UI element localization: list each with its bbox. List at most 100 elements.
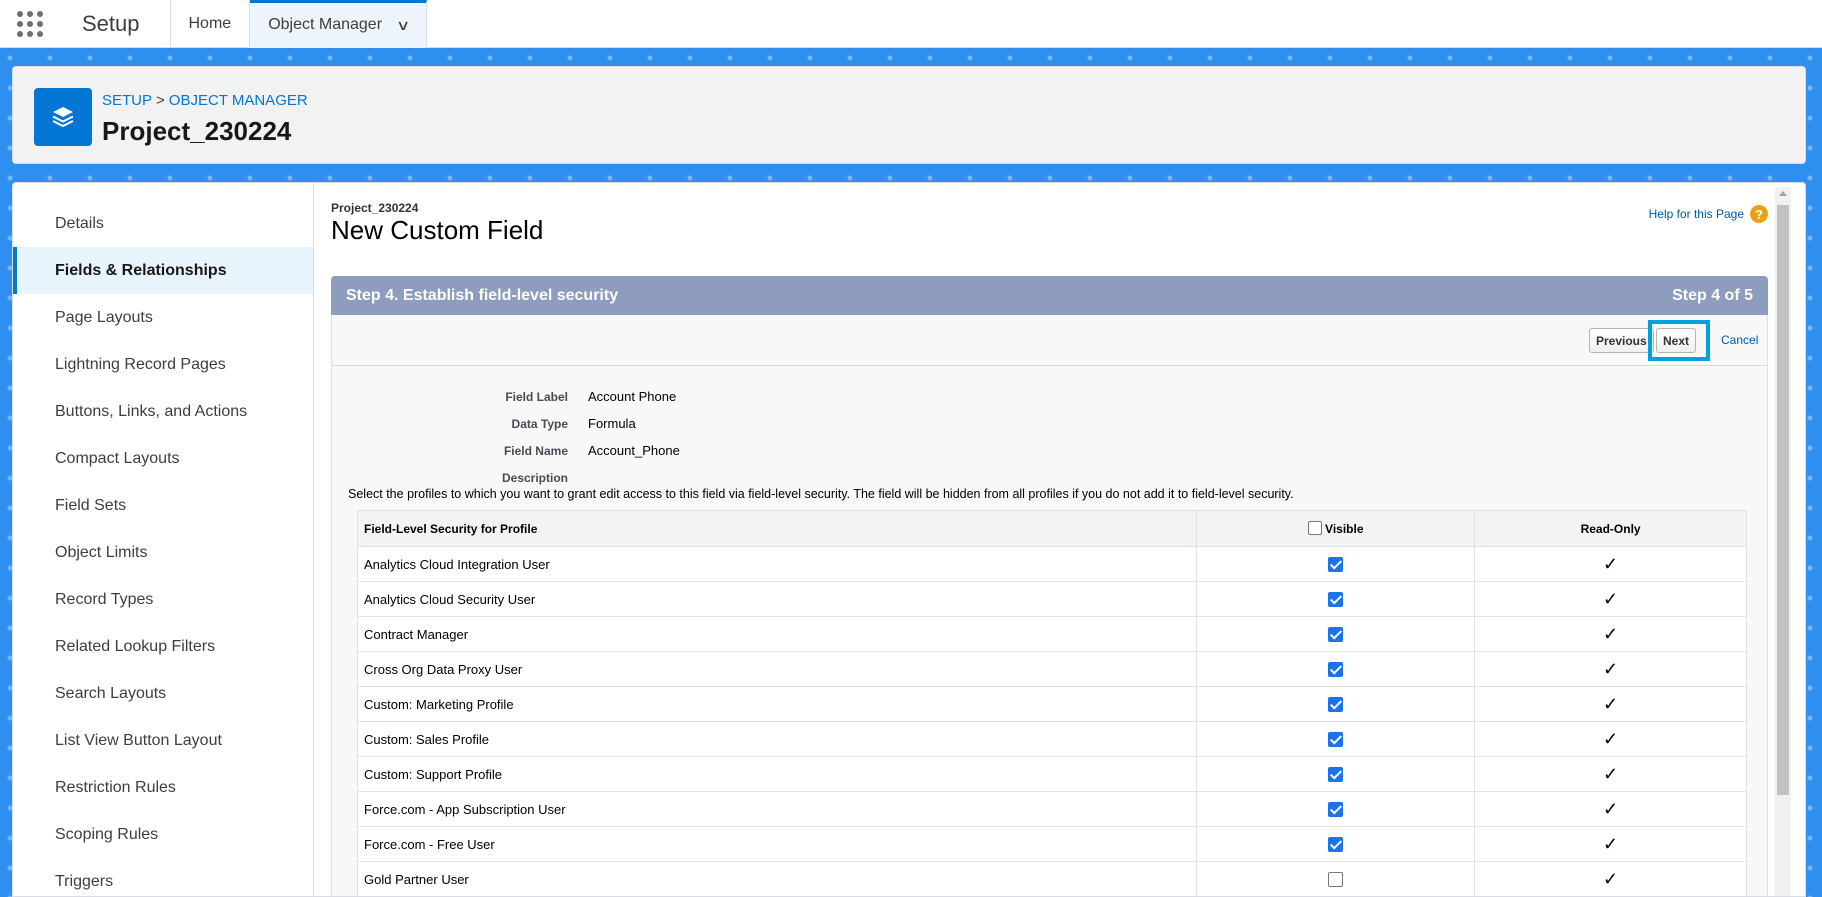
tab-object-manager-label: Object Manager xyxy=(268,16,383,33)
visible-cell xyxy=(1196,651,1476,687)
checkmark-icon[interactable]: ✓ xyxy=(1603,834,1618,854)
profile-name: Custom: Sales Profile xyxy=(357,721,1198,757)
previous-button[interactable]: Previous xyxy=(1589,328,1654,353)
table-row: Cross Org Data Proxy User ✓ xyxy=(357,651,1747,687)
sidebar-item-restriction-rules[interactable]: Restriction Rules xyxy=(13,764,313,811)
breadcrumb-setup-link[interactable]: SETUP xyxy=(102,92,152,109)
profile-name: Force.com - Free User xyxy=(357,826,1198,862)
visible-cell xyxy=(1196,546,1476,582)
breadcrumb: SETUP > OBJECT MANAGER xyxy=(102,92,308,109)
sidebar-item-field-sets[interactable]: Field Sets xyxy=(13,482,313,529)
app-launcher-button[interactable] xyxy=(0,0,60,48)
column-header-read-only: Read-Only xyxy=(1474,510,1747,547)
profile-name: Custom: Support Profile xyxy=(357,756,1198,792)
info-label: Description xyxy=(501,470,568,485)
checkmark-icon[interactable]: ✓ xyxy=(1603,764,1618,784)
read-only-cell: ✓ xyxy=(1474,581,1747,617)
read-only-cell: ✓ xyxy=(1474,546,1747,582)
info-row: Field Name Account_Phone xyxy=(332,437,680,464)
sidebar-item-lightning-record-pages[interactable]: Lightning Record Pages xyxy=(13,341,313,388)
table-header-row: Field-Level Security for Profile Visible… xyxy=(357,510,1747,547)
visible-checkbox[interactable] xyxy=(1328,697,1344,713)
checkmark-icon[interactable]: ✓ xyxy=(1603,624,1618,644)
checkmark-icon[interactable]: ✓ xyxy=(1603,659,1618,679)
content-title: New Custom Field xyxy=(331,215,544,245)
column-header-visible: Visible xyxy=(1196,510,1476,547)
checkmark-icon[interactable]: ✓ xyxy=(1603,554,1618,574)
info-label: Data Type xyxy=(511,416,568,431)
sidebar-item-compact-layouts[interactable]: Compact Layouts xyxy=(13,435,313,482)
profile-name: Contract Manager xyxy=(357,616,1198,652)
visible-cell xyxy=(1196,581,1476,617)
info-value: Account Phone xyxy=(588,389,677,404)
checkmark-icon[interactable]: ✓ xyxy=(1603,694,1618,714)
sidebar-item-list-view-button-layout[interactable]: List View Button Layout xyxy=(13,717,313,764)
checkmark-icon[interactable]: ✓ xyxy=(1603,869,1618,889)
help-icon: ? xyxy=(1750,205,1768,223)
sidebar-item-record-types[interactable]: Record Types xyxy=(13,576,313,623)
sidebar-item-fields-relationships[interactable]: Fields & Relationships xyxy=(13,247,313,294)
breadcrumb-object-manager-link[interactable]: OBJECT MANAGER xyxy=(169,92,308,109)
visible-checkbox[interactable] xyxy=(1328,837,1344,853)
table-row: Custom: Sales Profile ✓ xyxy=(357,721,1747,757)
step-body: Previous Next Cancel Field Label Account… xyxy=(331,315,1768,896)
scroll-thumb[interactable] xyxy=(1777,205,1789,795)
sidebar-item-object-limits[interactable]: Object Limits xyxy=(13,529,313,576)
step-header: Step 4. Establish field-level security S… xyxy=(331,276,1768,315)
scrollbar[interactable] xyxy=(1775,187,1791,896)
breadcrumb-separator: > xyxy=(156,92,165,109)
visible-checkbox[interactable] xyxy=(1328,767,1344,783)
profile-name: Custom: Marketing Profile xyxy=(357,686,1198,722)
scroll-up-arrow-icon[interactable] xyxy=(1779,191,1787,196)
tab-home[interactable]: Home xyxy=(171,0,251,48)
visible-cell xyxy=(1196,686,1476,722)
table-row: Custom: Support Profile ✓ xyxy=(357,756,1747,792)
tab-object-manager[interactable]: Object Manager ∨ xyxy=(250,0,428,48)
checkmark-icon[interactable]: ✓ xyxy=(1603,799,1618,819)
visible-cell xyxy=(1196,861,1476,896)
checkmark-icon[interactable]: ✓ xyxy=(1603,729,1618,749)
sidebar-item-scoping-rules[interactable]: Scoping Rules xyxy=(13,811,313,858)
sidebar-item-page-layouts[interactable]: Page Layouts xyxy=(13,294,313,341)
object-name: Project_230224 xyxy=(331,201,419,215)
visible-checkbox[interactable] xyxy=(1328,557,1344,573)
read-only-cell: ✓ xyxy=(1474,826,1747,862)
table-row: Custom: Marketing Profile ✓ xyxy=(357,686,1747,722)
visible-cell xyxy=(1196,616,1476,652)
checkmark-icon[interactable]: ✓ xyxy=(1603,589,1618,609)
visible-checkbox[interactable] xyxy=(1328,662,1344,678)
visible-checkbox[interactable] xyxy=(1328,802,1344,818)
profile-name: Gold Partner User xyxy=(357,861,1198,896)
visible-checkbox[interactable] xyxy=(1328,627,1344,643)
field-info: Field Label Account Phone Data Type Form… xyxy=(332,383,680,491)
main-panel: Details Fields & Relationships Page Layo… xyxy=(12,182,1806,897)
read-only-cell: ✓ xyxy=(1474,861,1747,896)
sidebar-item-triggers[interactable]: Triggers xyxy=(13,858,313,896)
visible-cell xyxy=(1196,791,1476,827)
select-all-visible-checkbox[interactable] xyxy=(1308,521,1323,535)
sidebar-item-search-layouts[interactable]: Search Layouts xyxy=(13,670,313,717)
cancel-link[interactable]: Cancel xyxy=(1721,333,1758,347)
step-title: Step 4. Establish field-level security xyxy=(346,286,619,304)
read-only-cell: ✓ xyxy=(1474,686,1747,722)
sidebar: Details Fields & Relationships Page Layo… xyxy=(13,183,314,896)
info-value: Account_Phone xyxy=(588,443,680,458)
help-link[interactable]: Help for this Page ? xyxy=(1649,205,1768,223)
info-value: Formula xyxy=(588,416,636,431)
table-row: Analytics Cloud Security User ✓ xyxy=(357,581,1747,617)
sidebar-item-details[interactable]: Details xyxy=(13,200,313,247)
sidebar-item-related-lookup-filters[interactable]: Related Lookup Filters xyxy=(13,623,313,670)
column-header-profile: Field-Level Security for Profile xyxy=(357,510,1198,547)
visible-checkbox[interactable] xyxy=(1328,732,1344,748)
visible-checkbox[interactable] xyxy=(1328,592,1344,608)
read-only-cell: ✓ xyxy=(1474,616,1747,652)
chevron-down-icon[interactable]: ∨ xyxy=(396,17,410,34)
sidebar-item-buttons-links-actions[interactable]: Buttons, Links, and Actions xyxy=(13,388,313,435)
visible-cell xyxy=(1196,756,1476,792)
profile-name: Cross Org Data Proxy User xyxy=(357,651,1198,687)
visible-checkbox[interactable] xyxy=(1328,872,1344,888)
page-title: Project_230224 xyxy=(102,116,292,146)
help-link-label: Help for this Page xyxy=(1648,207,1744,221)
next-button[interactable]: Next xyxy=(1656,328,1697,353)
info-label: Field Label xyxy=(505,389,568,404)
